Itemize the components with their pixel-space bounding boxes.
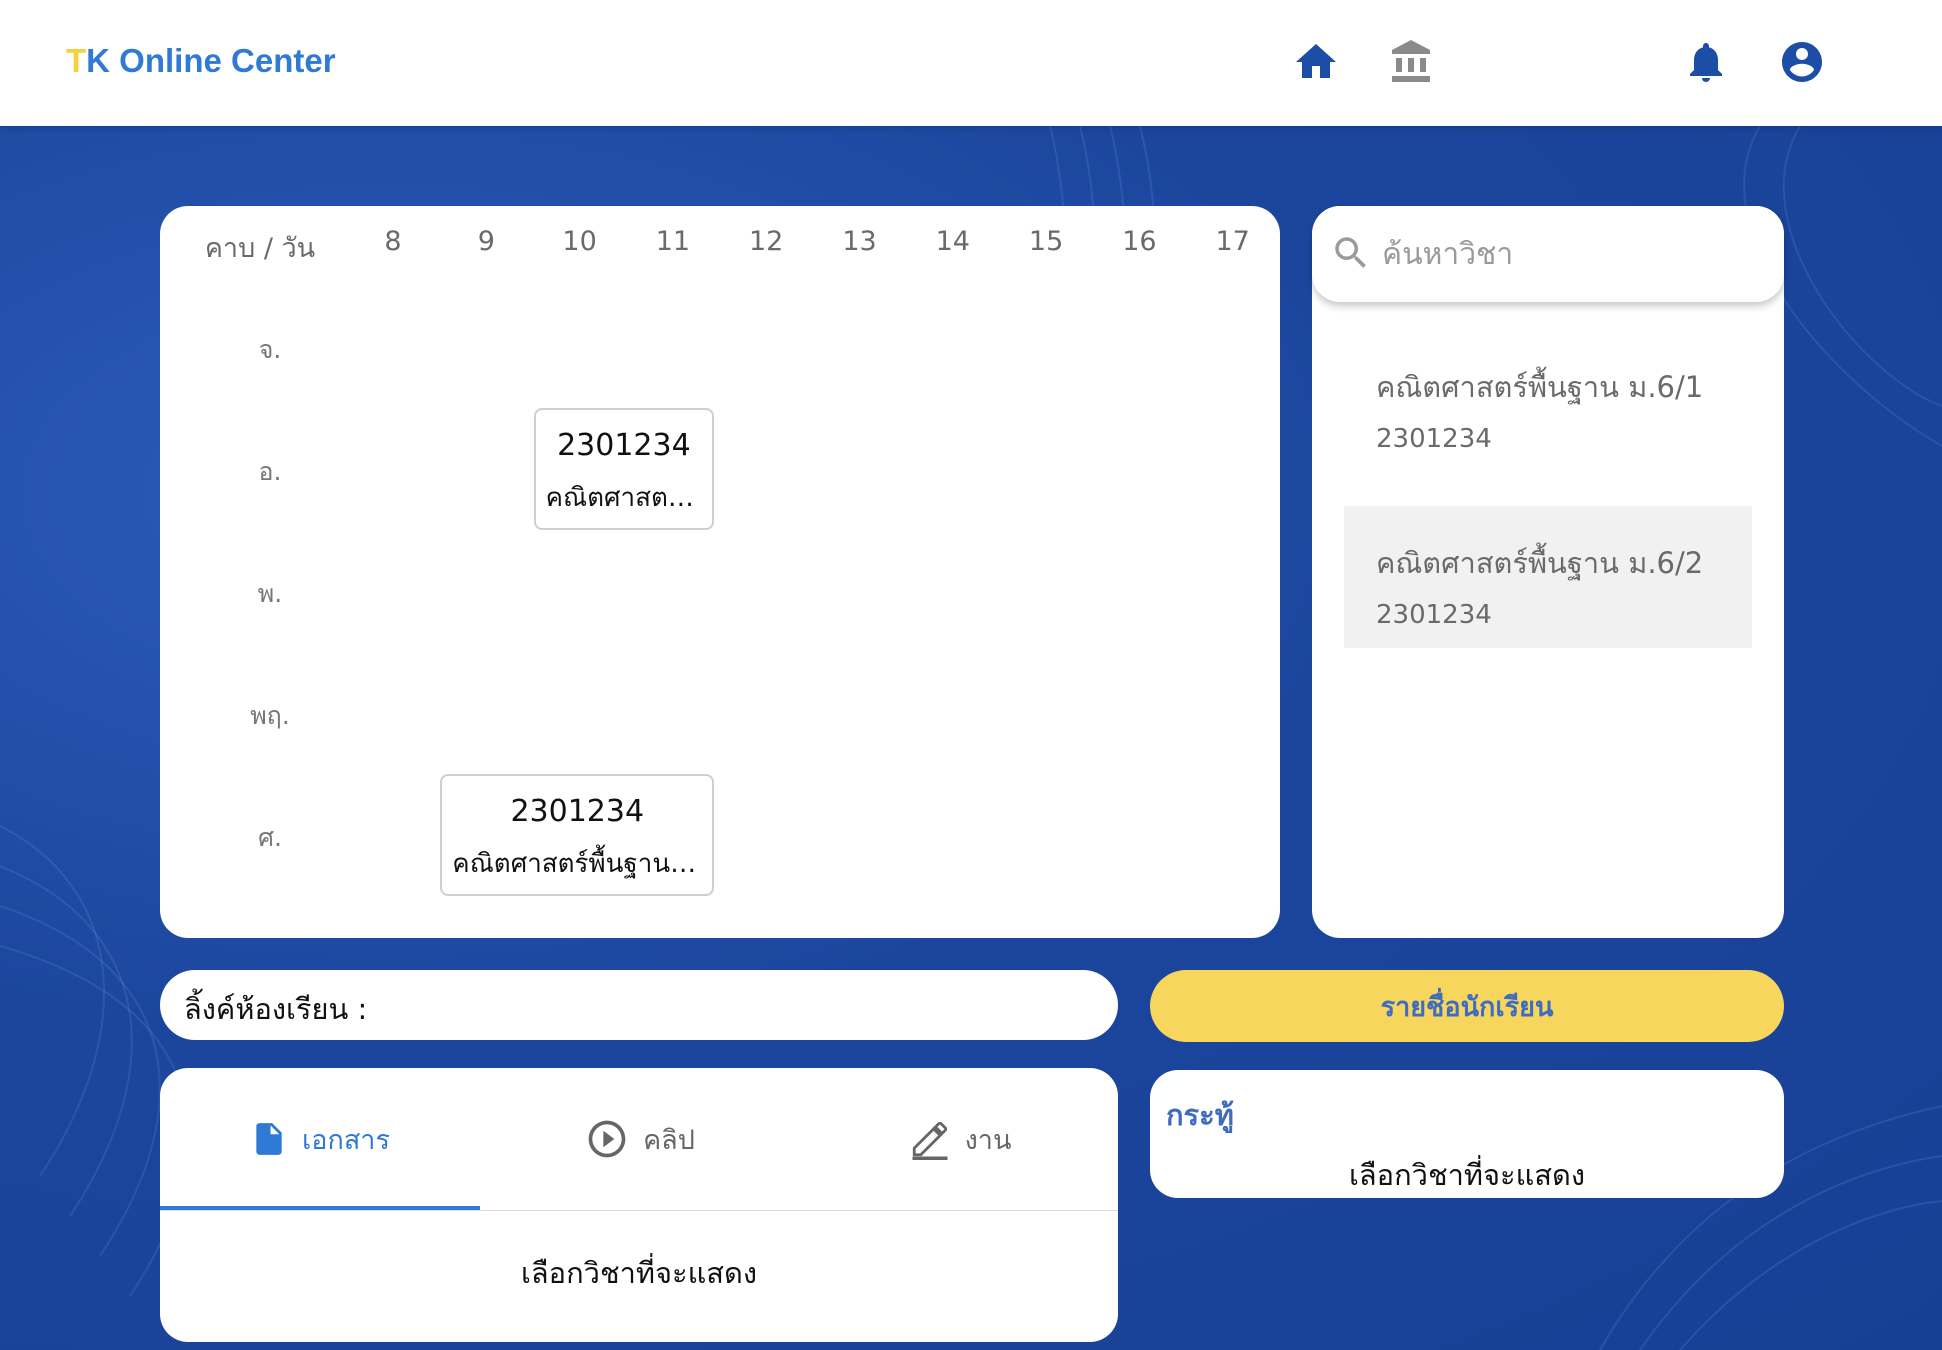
timetable-corner-label: คาบ / วัน [204,233,316,264]
slot-course-code: 2301234 [510,794,645,829]
timetable-hour-label: 15 [1028,226,1064,257]
bank-icon[interactable] [1388,38,1436,86]
timetable-day-label: จ. [258,335,282,364]
timetable-hour-label: 17 [1215,226,1250,257]
timetable-day-label: พ. [257,579,283,608]
play-circle-icon [588,1120,626,1158]
materials-empty-text: เลือกวิชาที่จะแสดง [521,1256,757,1290]
slot-course-name: คณิตศาสตร์พื้นฐาน ม.6/2 [452,849,712,879]
subject-search-input[interactable] [1382,228,1762,280]
tab-divider [160,1210,1118,1211]
tab-clips[interactable]: คลิป [480,1068,800,1210]
timetable-day-label: อ. [258,457,282,486]
timetable-card: คาบ / วัน 8 9 10 11 12 13 14 15 16 17 จ. อ. พ. พฤ. ศ.… [160,206,1280,938]
top-header: TK Online Center [0,0,1942,126]
tab-documents-label: เอกสาร [302,1124,390,1156]
subject-item-name: คณิตศาสตร์พื้นฐาน ม.6/2 [1376,546,1704,580]
document-icon [256,1123,282,1155]
timetable-class-slot[interactable]: 2301234 คณิตศาสตร์พื้นฐาน ม.6/2 [440,774,715,896]
timetable-class-slot[interactable]: 2301234 คณิตศาสตร์พื้นฐาน ม.6/1 [533,408,715,530]
subject-item-code: 2301234 [1376,424,1492,454]
forum-empty-text: เลือกวิชาที่จะแสดง [1349,1158,1585,1192]
search-icon [1335,237,1366,268]
timetable-hour-label: 11 [655,226,691,257]
materials-card: เอกสาร คลิป งาน เลือกวิชาที่จะแสดง [160,1068,1118,1342]
timetable-hour-label: 14 [935,226,970,257]
timetable-hour-label: 10 [562,226,597,257]
timetable-day-label: พฤ. [250,701,290,730]
timetable-hour-label: 8 [384,226,402,257]
subjects-card: คณิตศาสตร์พื้นฐาน ม.6/1 2301234 คณิตศาสต… [1312,206,1784,938]
account-icon[interactable] [1778,38,1826,86]
timetable-hour-label: 16 [1122,226,1157,257]
tab-assignments[interactable]: งาน [800,1068,1120,1210]
forum-card: กระทู้ เลือกวิชาที่จะแสดง [1150,1070,1784,1198]
timetable-hour-label: 13 [842,226,877,257]
classroom-link-label: ลิ้งค์ห้องเรียน : [184,992,368,1026]
subject-item-selected[interactable]: คณิตศาสตร์พื้นฐาน ม.6/2 2301234 [1344,506,1752,648]
subject-item-name: คณิตศาสตร์พื้นฐาน ม.6/1 [1376,370,1704,404]
home-icon[interactable] [1292,38,1340,86]
timetable-hour-label: 9 [477,226,495,257]
slot-course-name: คณิตศาสตร์พื้นฐาน ม.6/1 [545,483,713,513]
subject-item[interactable]: คณิตศาสตร์พื้นฐาน ม.6/1 2301234 [1344,330,1752,472]
subject-search-box [1312,206,1784,302]
bell-icon[interactable] [1682,38,1730,86]
tab-clips-label: คลิป [643,1124,695,1156]
student-list-button[interactable]: รายชื่อนักเรียน [1150,970,1784,1042]
tab-documents[interactable]: เอกสาร [160,1068,480,1210]
tab-assignments-label: งาน [964,1124,1012,1156]
subject-item-code: 2301234 [1376,600,1492,630]
app-logo[interactable]: TK Online Center [66,42,336,80]
edit-icon [912,1121,948,1160]
classroom-link-bar[interactable]: ลิ้งค์ห้องเรียน : [160,970,1118,1040]
slot-course-code: 2301234 [557,428,691,463]
timetable-day-label: ศ. [258,823,282,852]
forum-title[interactable]: กระทู้ [1166,1092,1234,1138]
timetable-hour-label: 12 [749,226,784,257]
